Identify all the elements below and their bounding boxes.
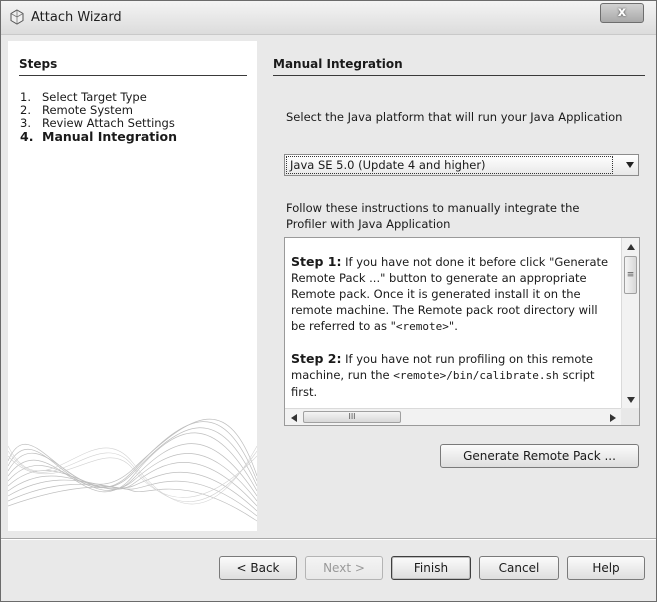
instructions-text: Step 1: If you have not done it before c… (285, 238, 620, 409)
scroll-left-arrow-icon[interactable] (291, 414, 297, 422)
follow-instructions-label: Follow these instructions to manually in… (286, 201, 580, 231)
java-platform-selected-value: Java SE 5.0 (Update 4 and higher) (286, 156, 613, 174)
chevron-down-icon (626, 162, 634, 168)
horizontal-scrollbar[interactable]: III (285, 408, 622, 425)
generate-remote-pack-button[interactable]: Generate Remote Pack ... (440, 444, 639, 468)
instruction-step-2: Step 2: If you have not run profiling on… (291, 351, 595, 399)
title-bar[interactable]: Attach Wizard x (1, 1, 656, 35)
platform-prompt: Select the Java platform that will run y… (286, 110, 623, 124)
steps-heading: Steps (19, 57, 247, 76)
java-platform-select[interactable]: Java SE 5.0 (Update 4 and higher) (284, 154, 639, 176)
horizontal-scroll-thumb[interactable]: III (303, 411, 401, 423)
finish-button[interactable]: Finish (391, 556, 471, 580)
help-button[interactable]: Help (567, 556, 645, 580)
vertical-scroll-thumb[interactable]: ≡ (624, 256, 637, 294)
vertical-scrollbar[interactable]: ≡ (621, 238, 639, 409)
step-item-4-current: 4. Manual Integration (20, 129, 178, 144)
footer-divider (1, 538, 656, 540)
cancel-button[interactable]: Cancel (479, 556, 559, 580)
next-button[interactable]: Next > (305, 556, 383, 580)
scroll-up-arrow-icon[interactable] (627, 244, 635, 250)
attach-wizard-window: Attach Wizard x Steps 1. Select Target Ty… (0, 0, 657, 602)
scroll-down-arrow-icon[interactable] (627, 397, 635, 403)
instruction-step-1: Step 1: If you have not done it before c… (291, 254, 609, 333)
page-title: Manual Integration (273, 57, 645, 76)
integration-instructions-panel[interactable]: Step 1: If you have not done it before c… (284, 237, 640, 426)
decorative-wave-graphic (8, 418, 257, 522)
scroll-right-arrow-icon[interactable] (610, 414, 616, 422)
back-button[interactable]: < Back (219, 556, 297, 580)
close-button[interactable]: x (600, 3, 644, 23)
window-title: Attach Wizard (31, 10, 122, 25)
steps-list: 1. Select Target Type 2. Remote System 3. R… (20, 91, 178, 144)
scrollbar-corner (621, 408, 639, 425)
steps-panel: Steps 1. Select Target Type 2. Remote Syst… (8, 41, 257, 531)
netbeans-app-icon (10, 9, 24, 25)
